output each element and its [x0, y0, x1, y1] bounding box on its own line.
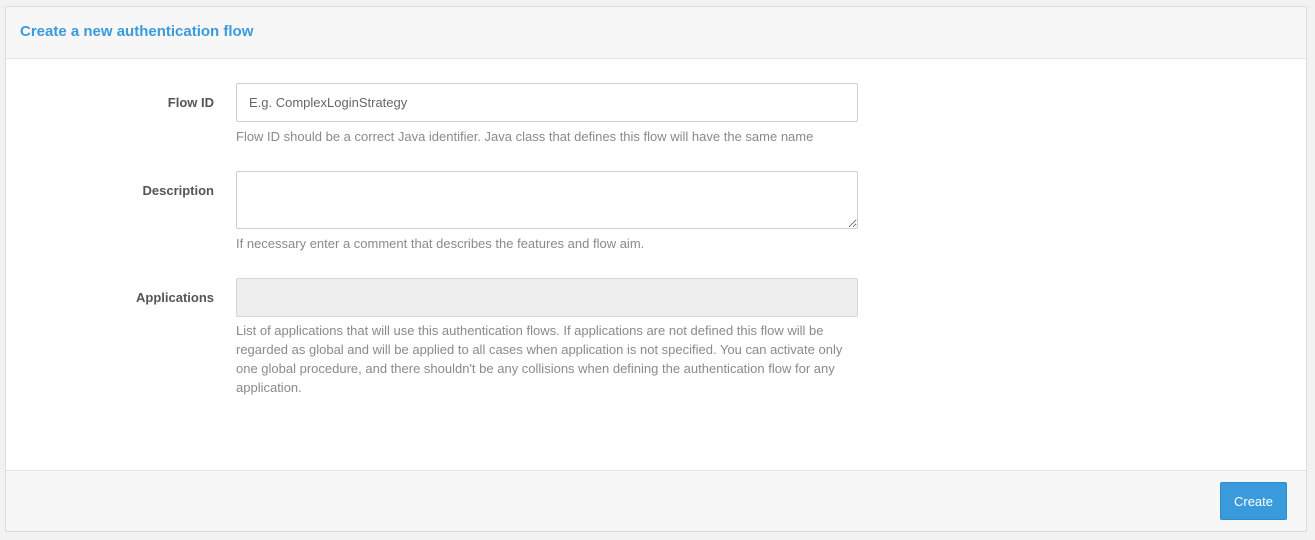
- panel-footer: Create: [6, 470, 1306, 531]
- applications-label: Applications: [135, 290, 214, 305]
- description-help: If necessary enter a comment that descri…: [236, 236, 645, 251]
- panel-header: Create a new authentication flow: [6, 7, 1306, 59]
- page-title: Create a new authentication flow: [20, 23, 254, 40]
- panel-body: Flow ID Flow ID should be a correct Java…: [6, 59, 1306, 472]
- applications-select: [236, 278, 858, 317]
- description-label: Description: [142, 183, 214, 198]
- create-button[interactable]: Create: [1220, 482, 1287, 520]
- flow-id-input[interactable]: [236, 83, 858, 122]
- create-flow-panel: Create a new authentication flow Flow ID…: [5, 6, 1307, 532]
- flow-id-help: Flow ID should be a correct Java identif…: [236, 129, 814, 144]
- flow-id-label: Flow ID: [167, 95, 214, 110]
- applications-help: List of applications that will use this …: [236, 323, 843, 395]
- description-textarea[interactable]: [236, 171, 858, 229]
